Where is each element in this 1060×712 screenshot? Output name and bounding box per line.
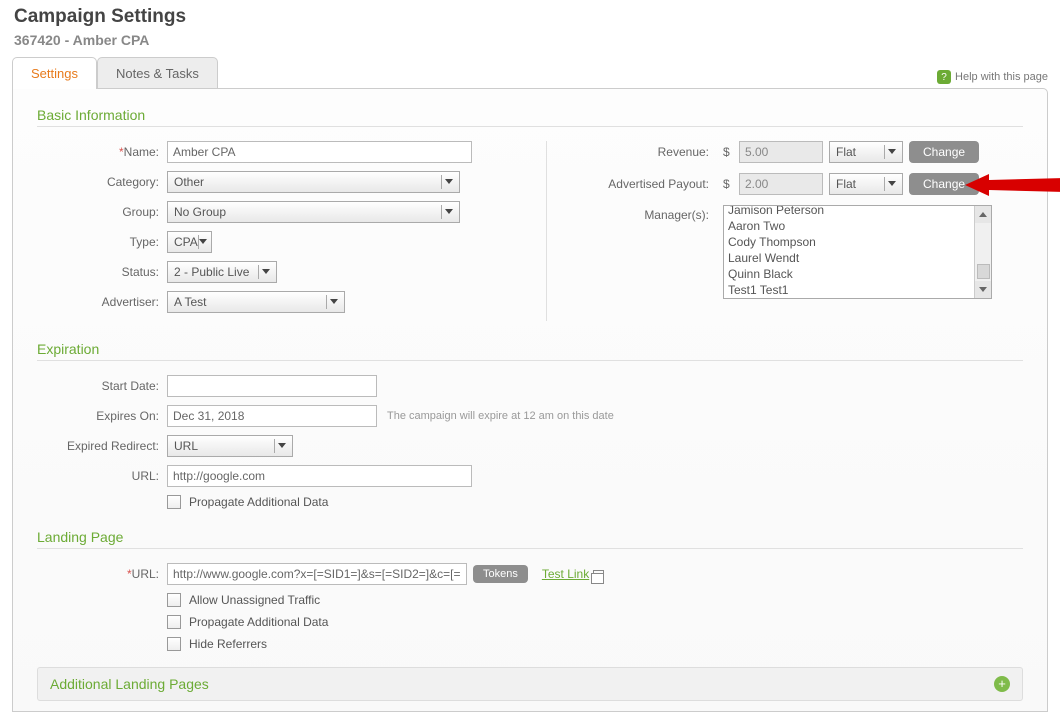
label-expires-on: Expires On:	[37, 409, 167, 423]
hide-referrers-checkbox[interactable]	[167, 637, 181, 651]
label-status: Status:	[37, 265, 167, 279]
adv-payout-type-select[interactable]: Flat	[829, 173, 903, 195]
start-date-field[interactable]	[167, 375, 377, 397]
expires-on-field[interactable]	[167, 405, 377, 427]
chevron-down-icon	[326, 295, 340, 309]
external-link-icon	[593, 570, 604, 579]
dollar-sign: $	[723, 177, 733, 191]
group-select[interactable]: No Group	[167, 201, 460, 223]
chevron-down-icon	[198, 235, 207, 249]
manager-option[interactable]: Quinn Black	[724, 266, 974, 282]
additional-landing-title: Additional Landing Pages	[50, 676, 209, 692]
label-name: *Name:	[37, 145, 167, 159]
scroll-thumb[interactable]	[977, 264, 990, 279]
red-arrow-annotation	[965, 170, 1060, 198]
category-select[interactable]: Other	[167, 171, 460, 193]
tokens-button[interactable]: Tokens	[473, 565, 528, 583]
type-select[interactable]: CPA	[167, 231, 212, 253]
manager-option[interactable]: Aaron Two	[724, 218, 974, 234]
label-type: Type:	[37, 235, 167, 249]
manager-option[interactable]: Test1 Test1	[724, 282, 974, 298]
test-link[interactable]: Test Link	[542, 567, 589, 581]
revenue-value: 5.00	[739, 141, 823, 163]
adv-payout-value: 2.00	[739, 173, 823, 195]
propagate-lp-checkbox[interactable]	[167, 615, 181, 629]
label-advertiser: Advertiser:	[37, 295, 167, 309]
label-revenue: Revenue:	[587, 145, 717, 159]
chevron-down-icon	[441, 175, 455, 189]
landing-url-field[interactable]	[167, 563, 467, 585]
chevron-down-icon	[441, 205, 455, 219]
propagate-checkbox[interactable]	[167, 495, 181, 509]
advertiser-select[interactable]: A Test	[167, 291, 345, 313]
help-link[interactable]: ? Help with this page	[937, 70, 1048, 84]
help-icon: ?	[937, 70, 951, 84]
page-title: Campaign Settings	[14, 6, 1048, 28]
label-lp-url: *URL:	[37, 567, 167, 581]
allow-unassigned-checkbox[interactable]	[167, 593, 181, 607]
manager-option[interactable]: Laurel Wendt	[724, 250, 974, 266]
expired-redirect-select[interactable]: URL	[167, 435, 293, 457]
dollar-sign: $	[723, 145, 733, 159]
chevron-down-icon	[884, 145, 898, 159]
section-basic-info: Basic Information	[37, 107, 1023, 127]
revenue-type-select[interactable]: Flat	[829, 141, 903, 163]
chevron-down-icon	[258, 265, 272, 279]
managers-listbox[interactable]: Jamison PetersonAaron TwoCody ThompsonLa…	[723, 205, 992, 299]
chevron-down-icon	[274, 439, 288, 453]
manager-option[interactable]: Cody Thompson	[724, 234, 974, 250]
expires-hint: The campaign will expire at 12 am on thi…	[387, 410, 614, 422]
allow-unassigned-label: Allow Unassigned Traffic	[189, 593, 320, 607]
help-text: Help with this page	[955, 71, 1048, 83]
scrollbar[interactable]	[974, 206, 991, 298]
tab-notes-tasks[interactable]: Notes & Tasks	[97, 57, 218, 89]
label-start-date: Start Date:	[37, 379, 167, 393]
redirect-url-field[interactable]	[167, 465, 472, 487]
hide-referrers-label: Hide Referrers	[189, 637, 267, 651]
label-adv-payout: Advertised Payout:	[587, 177, 717, 191]
change-revenue-button[interactable]: Change	[909, 141, 979, 163]
manager-option[interactable]: Jamison Peterson	[724, 205, 974, 218]
additional-landing-pages-bar[interactable]: Additional Landing Pages +	[37, 667, 1023, 701]
tab-settings[interactable]: Settings	[12, 57, 97, 89]
section-landing-page: Landing Page	[37, 529, 1023, 549]
change-adv-payout-button[interactable]: Change	[909, 173, 979, 195]
label-category: Category:	[37, 175, 167, 189]
name-field[interactable]	[167, 141, 472, 163]
label-expired-redirect: Expired Redirect:	[37, 439, 167, 453]
add-icon[interactable]: +	[994, 676, 1010, 692]
scroll-down-icon[interactable]	[975, 281, 992, 298]
chevron-down-icon	[884, 177, 898, 191]
section-expiration: Expiration	[37, 341, 1023, 361]
page-subtitle: 367420 - Amber CPA	[14, 32, 1048, 48]
status-select[interactable]: 2 - Public Live	[167, 261, 277, 283]
propagate-lp-label: Propagate Additional Data	[189, 615, 328, 629]
label-redirect-url: URL:	[37, 469, 167, 483]
label-managers: Manager(s):	[587, 205, 717, 222]
label-group: Group:	[37, 205, 167, 219]
manager-option[interactable]: Amber Sharp	[724, 298, 974, 299]
propagate-label: Propagate Additional Data	[189, 495, 328, 509]
scroll-up-icon[interactable]	[975, 206, 992, 223]
